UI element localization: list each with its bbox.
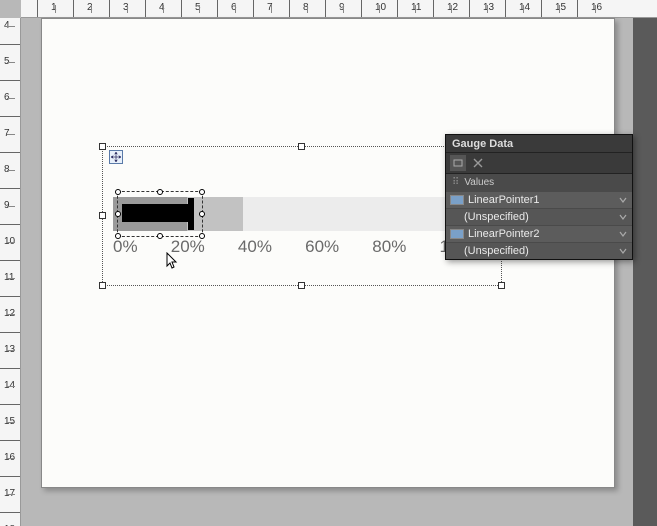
drag-dots-icon: ⠿ bbox=[452, 177, 460, 188]
ruler-horizontal: 12345678910111213141516 bbox=[21, 0, 657, 18]
axis-label: 40% bbox=[238, 237, 272, 257]
value-subrow[interactable]: (Unspecified) bbox=[446, 242, 632, 259]
panel-section-label: Values bbox=[464, 177, 494, 188]
resize-handle-sw[interactable] bbox=[99, 282, 106, 289]
ruler-vertical: 456789101112131415161718 bbox=[0, 18, 21, 526]
ruler-h-unit: 6 bbox=[217, 0, 253, 18]
selection-handle[interactable] bbox=[157, 189, 163, 195]
axis-label: 20% bbox=[171, 237, 205, 257]
row-label: (Unspecified) bbox=[464, 245, 614, 257]
value-subrow[interactable]: (Unspecified) bbox=[446, 208, 632, 225]
ruler-v-unit: 5 bbox=[0, 44, 21, 80]
axis-label: 60% bbox=[305, 237, 339, 257]
chevron-down-icon[interactable] bbox=[618, 229, 628, 239]
selection-handle[interactable] bbox=[115, 211, 121, 217]
ruler-h-unit: 8 bbox=[289, 0, 325, 18]
gauge-container[interactable]: 0%20%40%60%80%100% bbox=[102, 146, 502, 286]
selection-handle[interactable] bbox=[199, 189, 205, 195]
resize-handle-n[interactable] bbox=[298, 143, 305, 150]
resize-handle-nw[interactable] bbox=[99, 143, 106, 150]
ruler-h-unit: 1 bbox=[37, 0, 73, 18]
ruler-h-unit: 16 bbox=[577, 0, 613, 18]
resize-handle-se[interactable] bbox=[498, 282, 505, 289]
ruler-v-unit: 10 bbox=[0, 224, 21, 260]
ruler-v-unit: 13 bbox=[0, 332, 21, 368]
ruler-h-unit: 9 bbox=[325, 0, 361, 18]
ruler-v-unit: 15 bbox=[0, 404, 21, 440]
ruler-v-unit: 11 bbox=[0, 260, 21, 296]
selection-handle[interactable] bbox=[199, 211, 205, 217]
ruler-h-unit: 15 bbox=[541, 0, 577, 18]
gauge-axis: 0%20%40%60%80%100% bbox=[113, 237, 483, 257]
series-swatch-icon bbox=[450, 195, 464, 205]
value-row[interactable]: LinearPointer1 bbox=[446, 191, 632, 208]
axis-label: 80% bbox=[372, 237, 406, 257]
panel-section-header: ⠿ Values bbox=[446, 174, 632, 191]
ruler-h-unit: 5 bbox=[181, 0, 217, 18]
ruler-h-unit: 14 bbox=[505, 0, 541, 18]
value-row[interactable]: LinearPointer2 bbox=[446, 225, 632, 242]
ruler-v-unit: 8 bbox=[0, 152, 21, 188]
ruler-v-unit: 17 bbox=[0, 476, 21, 512]
ruler-v-unit: 4 bbox=[0, 18, 21, 44]
ruler-h-unit: 13 bbox=[469, 0, 505, 18]
ruler-h-unit: 4 bbox=[145, 0, 181, 18]
ruler-h-unit: 10 bbox=[361, 0, 397, 18]
ruler-h-unit: 11 bbox=[397, 0, 433, 18]
ruler-h-unit: 12 bbox=[433, 0, 469, 18]
panel-title[interactable]: Gauge Data bbox=[446, 135, 632, 153]
row-label: LinearPointer1 bbox=[468, 194, 614, 206]
panel-toolbar bbox=[446, 153, 632, 174]
move-handle-icon[interactable] bbox=[109, 150, 123, 164]
ruler-v-unit: 12 bbox=[0, 296, 21, 332]
resize-handle-w[interactable] bbox=[99, 212, 106, 219]
linear-pointer-bar[interactable] bbox=[122, 204, 192, 222]
linear-pointer-marker[interactable] bbox=[188, 198, 194, 230]
series-swatch-icon bbox=[450, 229, 464, 239]
ruler-v-unit: 9 bbox=[0, 188, 21, 224]
linear-pointer-selection[interactable] bbox=[117, 191, 203, 237]
ruler-h-unit: 2 bbox=[73, 0, 109, 18]
canvas-area[interactable]: 0%20%40%60%80%100% bbox=[21, 18, 657, 526]
ruler-h-unit: 7 bbox=[253, 0, 289, 18]
row-label: LinearPointer2 bbox=[468, 228, 614, 240]
panel-tool-icon[interactable] bbox=[450, 155, 466, 171]
row-label: (Unspecified) bbox=[464, 211, 614, 223]
chevron-down-icon[interactable] bbox=[618, 212, 628, 222]
chevron-down-icon[interactable] bbox=[618, 246, 628, 256]
ruler-v-unit: 6 bbox=[0, 80, 21, 116]
gauge-data-panel[interactable]: Gauge Data ⠿ Values LinearPointer1 (Unspe… bbox=[445, 134, 633, 260]
ruler-h-unit: 3 bbox=[109, 0, 145, 18]
selection-handle[interactable] bbox=[115, 189, 121, 195]
ruler-v-unit: 18 bbox=[0, 512, 21, 526]
axis-label: 0% bbox=[113, 237, 138, 257]
canvas-margin bbox=[633, 18, 657, 526]
chevron-down-icon[interactable] bbox=[618, 195, 628, 205]
ruler-v-unit: 7 bbox=[0, 116, 21, 152]
ruler-v-unit: 14 bbox=[0, 368, 21, 404]
panel-close-icon[interactable] bbox=[470, 155, 486, 171]
resize-handle-s[interactable] bbox=[298, 282, 305, 289]
ruler-v-unit: 16 bbox=[0, 440, 21, 476]
